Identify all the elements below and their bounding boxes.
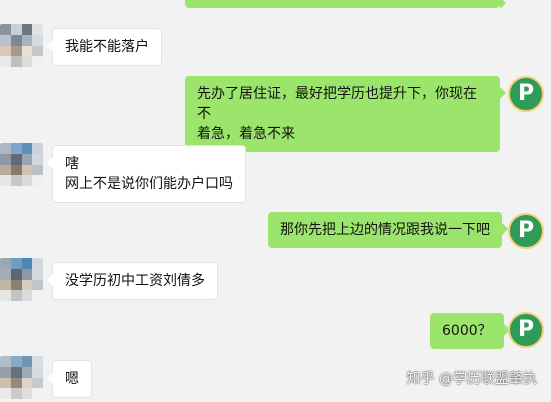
zhihu-watermark: 知乎 @学历联盟肇执 [406,371,537,387]
my-avatar[interactable]: P [508,76,544,112]
avatar-letter: P [517,218,535,243]
message-bubble-outgoing[interactable]: 先办了居住证，最好把学历也提升下，你现在不 着急，着急不来 [185,76,506,152]
contact-avatar[interactable] [0,143,43,186]
message-bubble-outgoing[interactable]: 6000？ [430,313,510,349]
chat-window: 我能不能落户 先办了居住证，最好把学历也提升下，你现在不 着急，着急不来 P 嗐… [0,0,551,402]
message-bubble-partial [185,0,506,9]
contact-avatar[interactable] [0,258,43,301]
contact-avatar[interactable] [0,24,43,67]
avatar-letter: P [517,317,535,342]
message-bubble-incoming[interactable]: 没学历初中工资刘倩多 [47,262,218,300]
message-bubble-incoming[interactable]: 嗐 网上不是说你们能办户口吗 [47,145,246,203]
my-avatar[interactable]: P [508,312,544,348]
message-bubble-incoming[interactable]: 我能不能落户 [47,28,162,66]
my-avatar[interactable]: P [508,213,544,249]
contact-avatar[interactable] [0,356,43,399]
message-bubble-incoming[interactable]: 嗯 [47,360,92,398]
avatar-letter: P [517,81,535,106]
message-bubble-outgoing[interactable]: 那你先把上边的情况跟我说一下吧 [268,212,508,248]
